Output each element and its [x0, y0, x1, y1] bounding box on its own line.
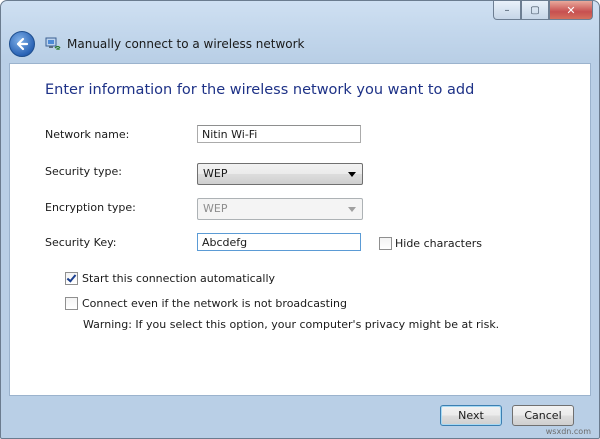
- privacy-warning: Warning: If you select this option, your…: [83, 318, 500, 331]
- security-type-label: Security type:: [45, 165, 122, 178]
- network-name-input[interactable]: Nitin Wi-Fi: [197, 125, 361, 143]
- watermark: wsxdn.com: [545, 427, 591, 436]
- dropdown-arrow-icon: [348, 207, 356, 212]
- minimize-button[interactable]: –: [493, 1, 521, 20]
- dropdown-arrow-icon: [348, 172, 356, 177]
- hide-characters-label[interactable]: Hide characters: [395, 237, 482, 250]
- connect-even-checkbox[interactable]: [65, 297, 78, 310]
- content-panel: Enter information for the wireless netwo…: [9, 63, 591, 396]
- next-button[interactable]: Next: [440, 405, 502, 426]
- encryption-type-label: Encryption type:: [45, 201, 136, 214]
- back-button[interactable]: [9, 31, 35, 57]
- maximize-button[interactable]: ▢: [521, 1, 549, 20]
- security-key-input[interactable]: Abcdefg: [197, 233, 361, 251]
- dialog-footer: Next Cancel wsxdn.com: [1, 396, 599, 438]
- back-arrow-icon: [16, 37, 29, 51]
- security-type-select[interactable]: WEP: [197, 163, 363, 185]
- security-type-value: WEP: [203, 167, 228, 180]
- title-bar: Manually connect to a wireless network: [9, 29, 591, 59]
- security-key-label: Security Key:: [45, 236, 117, 249]
- hide-characters-checkbox[interactable]: [379, 237, 392, 250]
- close-button[interactable]: ✕: [549, 1, 593, 20]
- caption-buttons: – ▢ ✕: [493, 1, 593, 20]
- network-name-label: Network name:: [45, 128, 130, 141]
- encryption-type-select: WEP: [197, 198, 363, 220]
- start-automatically-checkbox[interactable]: [65, 272, 78, 285]
- encryption-type-value: WEP: [203, 202, 228, 215]
- wireless-network-icon: [45, 37, 61, 50]
- page-heading: Enter information for the wireless netwo…: [45, 82, 475, 98]
- cancel-button[interactable]: Cancel: [512, 405, 574, 426]
- window-title: Manually connect to a wireless network: [67, 37, 305, 51]
- start-automatically-label[interactable]: Start this connection automatically: [82, 272, 275, 285]
- connect-even-label[interactable]: Connect even if the network is not broad…: [82, 297, 347, 310]
- dialog-window: – ▢ ✕ Manually connect to a wireless net…: [0, 0, 600, 439]
